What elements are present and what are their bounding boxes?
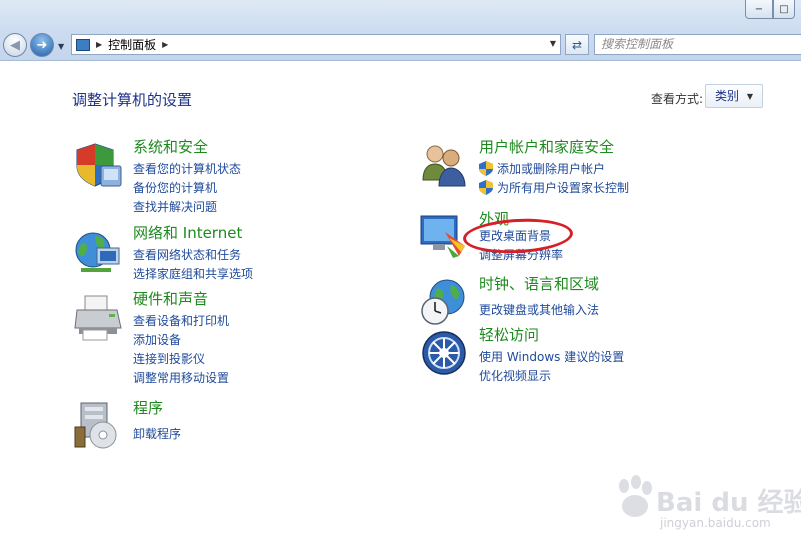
paw-logo-icon (619, 475, 652, 517)
refresh-button[interactable]: ⇄ (565, 34, 589, 55)
page-title: 调整计算机的设置 (72, 91, 193, 109)
link-change-keyboards[interactable]: 更改键盘或其他输入法 (479, 301, 599, 318)
address-dropdown-icon[interactable]: ▼ (550, 39, 556, 48)
minimize-button[interactable]: − (745, 0, 773, 19)
refresh-icon: ⇄ (571, 37, 583, 52)
category-title[interactable]: 网络和 Internet (133, 222, 242, 243)
breadcrumb-control-panel[interactable]: 控制面板 (108, 36, 156, 53)
watermark-url: jingyan.baidu.com (660, 516, 771, 530)
link-backup-computer[interactable]: 备份您的计算机 (133, 179, 217, 196)
recent-pages-dropdown[interactable]: ▼ (58, 42, 64, 51)
search-input[interactable]: 搜索控制面板 (594, 34, 801, 55)
control-panel-icon (76, 38, 90, 51)
watermark-brand: Bai du 经验 (656, 488, 801, 518)
category-title[interactable]: 用户帐户和家庭安全 (479, 136, 614, 157)
category-title[interactable]: 硬件和声音 (133, 288, 208, 309)
category-title[interactable]: 系统和安全 (133, 136, 208, 157)
uac-shield-icon (479, 180, 493, 195)
appearance-monitor-icon (420, 215, 465, 258)
watermark: Bai du 经验 jingyan.baidu.com (612, 474, 801, 542)
link-find-fix-problems[interactable]: 查找并解决问题 (133, 198, 217, 215)
link-connect-projector[interactable]: 连接到投影仪 (133, 350, 205, 367)
title-bar: − □ (0, 0, 801, 30)
link-devices-printers[interactable]: 查看设备和打印机 (133, 312, 229, 329)
users-icon (422, 145, 466, 187)
forward-arrow-icon: ➜ (36, 37, 48, 53)
programs-icon (74, 402, 117, 449)
ease-of-access-icon (422, 331, 466, 375)
link-add-device[interactable]: 添加设备 (133, 331, 181, 348)
security-shield-icon (76, 143, 122, 187)
link-uninstall-program[interactable]: 卸载程序 (133, 425, 181, 442)
navigation-bar: ◀ ➜ ▼ ▶ 控制面板 ▶ ▼ ⇄ 搜索控制面板 (0, 30, 801, 61)
link-add-remove-accounts[interactable]: 添加或删除用户帐户 (479, 160, 605, 177)
network-globe-icon (75, 232, 120, 272)
back-arrow-icon: ◀ (10, 37, 20, 53)
view-by-value: 类别 (715, 89, 740, 103)
printer-icon (74, 295, 122, 341)
category-title[interactable]: 时钟、语言和区域 (479, 273, 599, 294)
clock-globe-icon (421, 279, 465, 325)
chevron-down-icon: ▼ (746, 92, 753, 101)
link-homegroup-sharing[interactable]: 选择家庭组和共享选项 (133, 265, 253, 282)
link-windows-recommended-settings[interactable]: 使用 Windows 建议的设置 (479, 348, 624, 365)
link-mobility-settings[interactable]: 调整常用移动设置 (133, 369, 229, 386)
window-controls: − □ (745, 0, 795, 19)
back-button[interactable]: ◀ (3, 33, 27, 57)
link-label: 添加或删除用户帐户 (497, 162, 606, 176)
uac-shield-icon (479, 161, 493, 176)
link-parental-controls[interactable]: 为所有用户设置家长控制 (479, 179, 629, 196)
view-by-dropdown[interactable]: 类别 ▼ (705, 84, 763, 108)
link-view-computer-status[interactable]: 查看您的计算机状态 (133, 160, 241, 177)
link-optimize-video-display[interactable]: 优化视频显示 (479, 367, 551, 384)
maximize-button[interactable]: □ (773, 0, 795, 19)
category-title[interactable]: 程序 (133, 397, 163, 418)
link-label: 为所有用户设置家长控制 (497, 181, 630, 195)
breadcrumb-separator-icon[interactable]: ▶ (96, 40, 102, 49)
forward-button[interactable]: ➜ (30, 33, 54, 57)
view-by-label: 查看方式: (651, 92, 704, 106)
category-title[interactable]: 轻松访问 (479, 324, 539, 345)
breadcrumb-separator-icon[interactable]: ▶ (162, 40, 168, 49)
address-bar[interactable]: ▶ 控制面板 ▶ ▼ (71, 34, 561, 55)
link-view-network-status[interactable]: 查看网络状态和任务 (133, 246, 241, 263)
